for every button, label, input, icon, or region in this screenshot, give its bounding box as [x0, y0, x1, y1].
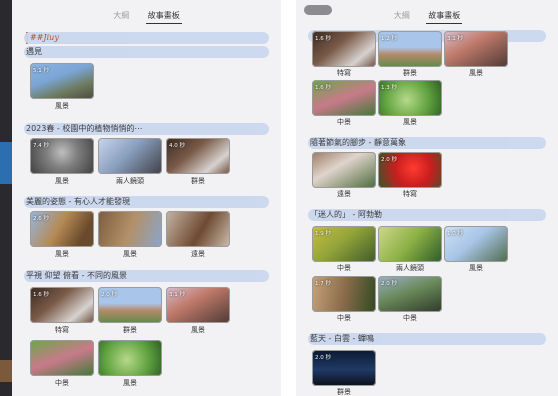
- clip-duration: 2.6 秒: [33, 216, 49, 222]
- clip-duration: 1.2 秒: [381, 36, 397, 42]
- section-header[interactable]: 藍天 - 白雲 - 蟬鳴: [308, 333, 546, 345]
- tab-storyboard[interactable]: 故事畫板: [426, 8, 463, 24]
- clip-label: 風景: [469, 69, 483, 77]
- clip-label: 風景: [191, 326, 205, 334]
- clip-thumbnail[interactable]: [98, 211, 162, 247]
- clip-duration: 2.0 秒: [381, 157, 397, 163]
- clip-label: 群景: [403, 69, 417, 77]
- tab-storyboard[interactable]: 故事畫板: [145, 8, 182, 24]
- left-edge-highlight-2: [0, 360, 12, 382]
- clip-thumbnail[interactable]: 3.1 秒: [444, 31, 508, 67]
- left-edge-highlight: [0, 142, 12, 184]
- clip-thumbnail[interactable]: [312, 152, 376, 188]
- clip-thumbnail[interactable]: 5.1 秒: [30, 63, 94, 99]
- clip-thumbnail[interactable]: 4.0 秒: [166, 138, 230, 174]
- section-header[interactable]: 遇見: [24, 46, 269, 58]
- clip-thumbnail[interactable]: 1.0 秒: [444, 226, 508, 262]
- clip-duration: 7.4 秒: [33, 143, 49, 149]
- tab-outline[interactable]: 大綱: [392, 8, 412, 23]
- clip-duration: 2.0 秒: [101, 292, 117, 298]
- clip-label: 兩人鏡頭: [116, 177, 144, 185]
- clip-thumbnail[interactable]: 1.3 秒: [378, 80, 442, 116]
- clip-thumbnail[interactable]: 1.2 秒: [378, 31, 442, 67]
- clip-duration: 1.6 秒: [315, 36, 331, 42]
- clip-thumbnail[interactable]: [98, 340, 162, 376]
- clip-label: 風景: [55, 177, 69, 185]
- section-header[interactable]: 平視 仰望 俯看 - 不同的風景: [24, 270, 269, 282]
- clip-duration: 1.3 秒: [381, 85, 397, 91]
- clip-duration: 2.0 秒: [315, 355, 331, 361]
- clip-thumbnail[interactable]: 1.6 秒: [30, 287, 94, 323]
- clip-duration: 1.6 秒: [33, 292, 49, 298]
- storyboard-panel-right: 大綱 故事畫板 1.6 秒 特寫 1.2 秒 群景 3.1 秒 風景 1.6 秒…: [296, 0, 558, 396]
- storyboard-panel-left: 大綱 故事畫板 ##Jiuy 遇見 5.1 秒 風景 2023春 - 校園中的植…: [12, 0, 281, 396]
- section-header[interactable]: 隨著節氣的腳步 - 靜意萬象: [308, 137, 546, 149]
- clip-thumbnail[interactable]: 2.0 秒: [378, 276, 442, 312]
- clip-label: 群景: [191, 177, 205, 185]
- section-handwritten-title[interactable]: ##Jiuy: [24, 32, 269, 44]
- clip-duration: 3.1 秒: [447, 36, 463, 42]
- clip-label: 中景: [337, 264, 351, 272]
- clip-thumbnail[interactable]: 2.6 秒: [30, 211, 94, 247]
- clip-duration: 2.0 秒: [381, 281, 397, 287]
- clip-duration: 5.1 秒: [33, 68, 49, 74]
- clip-thumbnail[interactable]: 1.6 秒: [312, 31, 376, 67]
- tab-bar: 大綱 故事畫板: [12, 8, 281, 28]
- clip-thumbnail[interactable]: 1.9 秒: [312, 226, 376, 262]
- clip-duration: 1.0 秒: [447, 231, 463, 237]
- clip-thumbnail[interactable]: [166, 211, 230, 247]
- clip-label: 群景: [123, 326, 137, 334]
- clip-label: 遠景: [337, 190, 351, 198]
- clip-thumbnail[interactable]: 2.0 秒: [378, 152, 442, 188]
- clip-duration: 1.7 秒: [315, 281, 331, 287]
- clip-label: 群景: [337, 388, 351, 396]
- clip-thumbnail[interactable]: [98, 138, 162, 174]
- clip-label: 風景: [123, 250, 137, 258]
- clip-thumbnail[interactable]: 7.4 秒: [30, 138, 94, 174]
- clip-label: 中景: [337, 118, 351, 126]
- section-header[interactable]: 美麗的姿態 - 有心人才能發現: [24, 196, 269, 208]
- clip-duration: 4.0 秒: [169, 143, 185, 149]
- clip-thumbnail[interactable]: 2.0 秒: [98, 287, 162, 323]
- clip-label: 特寫: [55, 326, 69, 334]
- section-header[interactable]: 2023春 - 校園中的植物悄悄的⋯: [24, 123, 269, 135]
- clip-label: 中景: [337, 314, 351, 322]
- clip-label: 特寫: [403, 190, 417, 198]
- clip-duration: 1.9 秒: [315, 231, 331, 237]
- clip-label: 中景: [403, 314, 417, 322]
- tab-bar: 大綱 故事畫板: [296, 8, 558, 28]
- clip-label: 中景: [55, 379, 69, 387]
- clip-duration: 3.1 秒: [169, 292, 185, 298]
- clip-label: 特寫: [337, 69, 351, 77]
- clip-thumbnail[interactable]: [378, 226, 442, 262]
- clip-label: 風景: [469, 264, 483, 272]
- left-edge-strip: [0, 0, 12, 396]
- clip-duration: 1.6 秒: [315, 85, 331, 91]
- clip-label: 風景: [55, 250, 69, 258]
- section-header[interactable]: 「迷人的」 - 阿勃勒: [308, 209, 546, 221]
- clip-label: 風景: [123, 379, 137, 387]
- tab-outline[interactable]: 大綱: [111, 8, 131, 23]
- clip-label: 風景: [403, 118, 417, 126]
- clip-thumbnail[interactable]: 1.6 秒: [312, 80, 376, 116]
- clip-thumbnail[interactable]: 3.1 秒: [166, 287, 230, 323]
- clip-label: 風景: [55, 102, 69, 110]
- clip-label: 兩人鏡頭: [396, 264, 424, 272]
- clip-thumbnail[interactable]: 2.0 秒: [312, 350, 376, 386]
- clip-thumbnail[interactable]: [30, 340, 94, 376]
- clip-label: 遠景: [191, 250, 205, 258]
- clip-thumbnail[interactable]: 1.7 秒: [312, 276, 376, 312]
